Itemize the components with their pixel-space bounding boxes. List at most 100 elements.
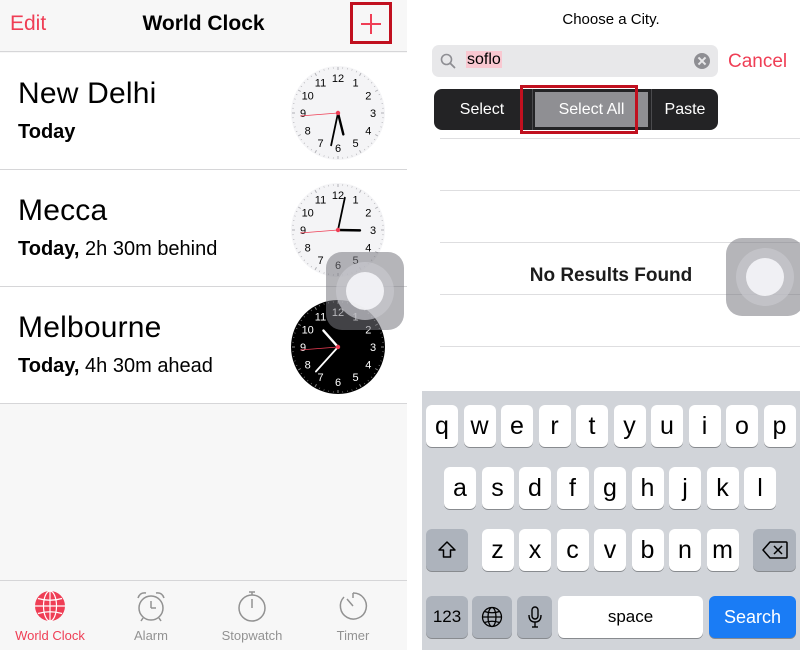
key-z[interactable]: z — [481, 529, 514, 571]
page-title: Choose a City. — [562, 11, 660, 28]
key-g[interactable]: g — [594, 467, 626, 509]
globe-icon — [481, 606, 503, 628]
cancel-button[interactable]: Cancel — [728, 51, 787, 73]
key-y[interactable]: y — [613, 405, 646, 447]
stopwatch-icon — [238, 591, 266, 622]
world-clock-screen: Edit World Clock New Delhi Today 12 1 2 3 4 5… — [0, 0, 407, 650]
search-icon — [440, 53, 456, 69]
key-f[interactable]: f — [556, 467, 589, 509]
clock-numeral: 9 — [300, 342, 306, 354]
numbers-key[interactable]: 123 — [426, 596, 468, 638]
key-r[interactable]: r — [538, 405, 571, 447]
navigation-bar: Edit World Clock — [0, 0, 407, 52]
key-s[interactable]: s — [481, 467, 514, 509]
key-k[interactable]: k — [706, 467, 739, 509]
key-o[interactable]: o — [726, 405, 758, 447]
clock-numeral: 2 — [365, 207, 371, 219]
clock-numeral: 1 — [352, 77, 358, 89]
clock-numeral: 8 — [305, 242, 311, 254]
key-n[interactable]: n — [669, 529, 701, 571]
clock-numeral: 12 — [332, 73, 344, 85]
clock-center — [335, 110, 341, 116]
backspace-key[interactable] — [753, 529, 796, 571]
city-time-info: Today, 2h 30m behind — [18, 238, 217, 261]
list-separator — [440, 346, 800, 347]
dictation-key[interactable] — [517, 596, 552, 638]
clock-numeral: 3 — [370, 108, 376, 120]
tab-label: Alarm — [134, 628, 168, 643]
backspace-icon — [761, 541, 788, 559]
tab-label: Timer — [336, 628, 370, 643]
city-name: New Delhi — [18, 77, 157, 110]
search-value: soflo — [466, 51, 502, 69]
globe-icon — [35, 590, 65, 622]
clock-row-new-delhi[interactable]: New Delhi Today 12 1 2 3 4 5 6 7 8 9 10 11 — [0, 53, 407, 170]
globe-key[interactable] — [472, 596, 512, 638]
shift-key[interactable] — [426, 529, 468, 571]
timer-icon — [339, 592, 368, 620]
clock-numeral: 7 — [317, 255, 323, 267]
shift-icon — [438, 541, 456, 558]
city-name: Mecca — [18, 194, 108, 227]
tab-world-clock[interactable]: World Clock — [0, 581, 100, 650]
clock-center — [335, 227, 341, 233]
select-button[interactable]: Select — [434, 89, 530, 130]
key-a[interactable]: a — [444, 467, 476, 509]
clear-text-icon[interactable] — [694, 53, 710, 69]
assistive-touch-button[interactable] — [726, 238, 800, 316]
select-all-highlight — [520, 85, 638, 134]
key-p[interactable]: p — [763, 405, 796, 447]
microphone-icon — [527, 606, 542, 628]
tab-label: Stopwatch — [221, 628, 283, 643]
key-b[interactable]: b — [631, 529, 664, 571]
key-x[interactable]: x — [519, 529, 551, 571]
tab-alarm[interactable]: Alarm — [101, 581, 201, 650]
clock-numeral: 10 — [302, 207, 314, 219]
clock-numeral: 11 — [315, 194, 326, 206]
clock-numeral: 3 — [370, 225, 376, 237]
clock-numeral: 11 — [315, 77, 326, 89]
list-separator — [440, 138, 800, 139]
clock-list: New Delhi Today 12 1 2 3 4 5 6 7 8 9 10 11 Mecca To… — [0, 53, 407, 404]
clock-center — [335, 344, 341, 350]
key-h[interactable]: h — [631, 467, 664, 509]
tab-bar: World Clock Alarm Stopwatch Timer — [0, 580, 407, 650]
selected-text: soflo — [466, 51, 502, 68]
offset-label: 2h 30m behind — [85, 238, 218, 260]
keyboard: q w e r t y u i o p a s d f g h j k l z … — [422, 391, 800, 650]
search-input[interactable]: soflo — [432, 45, 718, 77]
tab-stopwatch[interactable]: Stopwatch — [202, 581, 302, 650]
choose-city-screen: Choose a City. soflo Cancel Select Selec… — [422, 0, 800, 650]
space-key[interactable]: space — [558, 596, 703, 638]
clock-numeral: 6 — [335, 377, 341, 389]
alarm-clock-icon — [137, 592, 165, 622]
assistive-touch-button[interactable] — [326, 252, 404, 330]
key-l[interactable]: l — [744, 467, 776, 509]
page-title: World Clock — [142, 12, 265, 35]
key-w[interactable]: w — [463, 405, 496, 447]
add-city-button[interactable] — [350, 2, 392, 44]
key-v[interactable]: v — [594, 529, 626, 571]
key-c[interactable]: c — [556, 529, 589, 571]
key-t[interactable]: t — [576, 405, 608, 447]
key-e[interactable]: e — [501, 405, 533, 447]
key-m[interactable]: m — [706, 529, 739, 571]
city-time-info: Today — [18, 121, 75, 144]
key-q[interactable]: q — [426, 405, 458, 447]
key-j[interactable]: j — [669, 467, 701, 509]
paste-button[interactable]: Paste — [652, 89, 718, 130]
search-key[interactable]: Search — [709, 596, 796, 638]
day-label: Today, — [18, 238, 80, 260]
day-label: Today — [18, 121, 76, 143]
offset-label: 4h 30m ahead — [85, 355, 213, 377]
clock-numeral: 9 — [300, 225, 306, 237]
key-u[interactable]: u — [651, 405, 683, 447]
key-d[interactable]: d — [519, 467, 551, 509]
tab-label: World Clock — [15, 628, 85, 643]
clock-numeral: 3 — [370, 342, 376, 354]
clock-numeral: 6 — [335, 143, 341, 155]
clock-numeral: 11 — [315, 311, 326, 323]
key-i[interactable]: i — [688, 405, 721, 447]
list-separator — [440, 190, 800, 191]
tab-timer[interactable]: Timer — [303, 581, 403, 650]
